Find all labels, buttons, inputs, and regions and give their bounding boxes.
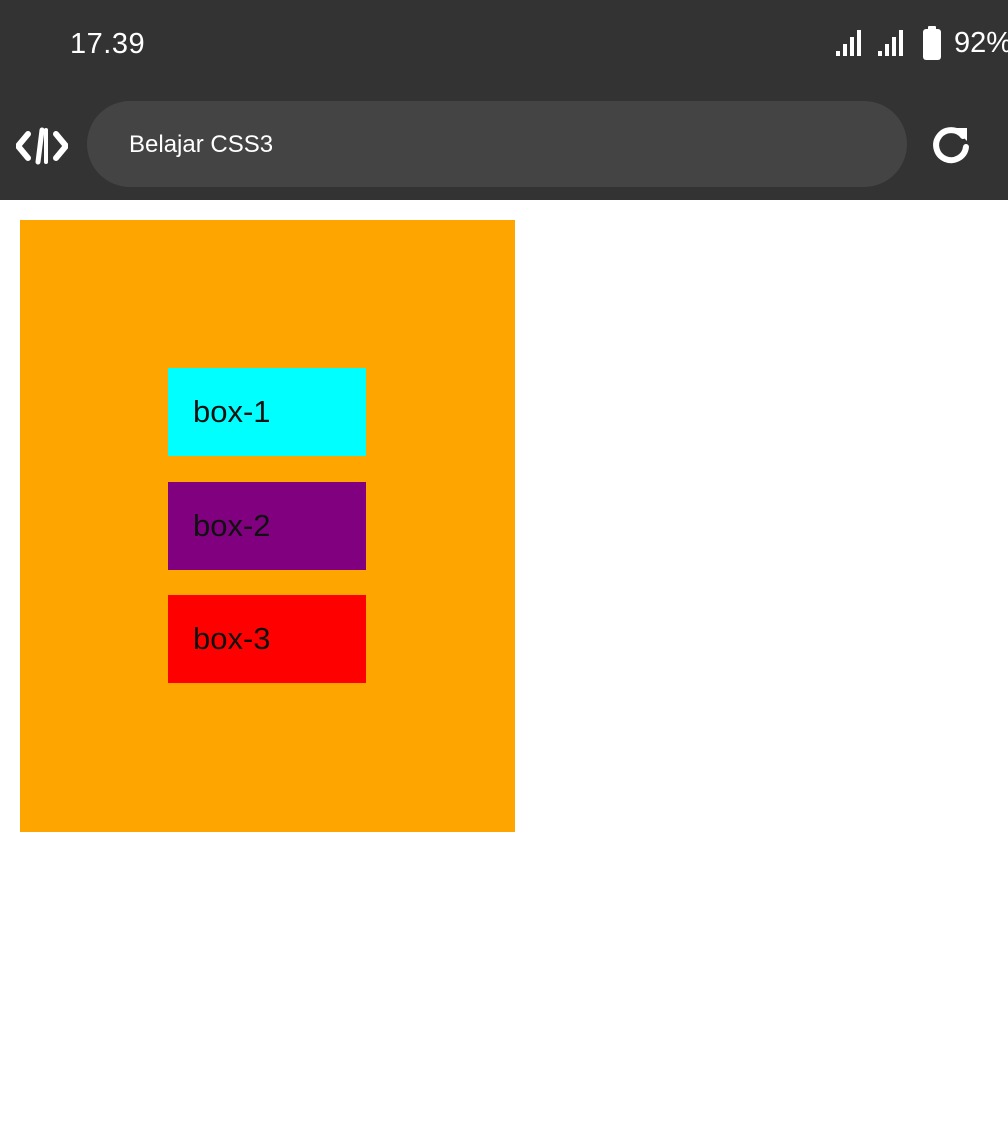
- status-icons: 92%: [836, 26, 1008, 60]
- box-2: box-2: [168, 482, 366, 570]
- browser-toolbar: Belajar CSS3: [0, 92, 1008, 200]
- status-bar: 17.39 92%: [0, 0, 1008, 92]
- signal-icon: [878, 30, 903, 56]
- url-text: Belajar CSS3: [129, 131, 274, 158]
- signal-icon: [836, 30, 861, 56]
- status-time: 17.39: [70, 28, 146, 60]
- page-content: box-1 box-2 box-3: [0, 200, 1008, 1136]
- battery-percent: 92%: [954, 26, 1008, 59]
- battery-icon: [923, 26, 941, 60]
- box-1: box-1: [168, 368, 366, 456]
- orange-container: box-1 box-2 box-3: [20, 220, 515, 832]
- url-bar[interactable]: Belajar CSS3: [87, 101, 907, 187]
- reload-icon[interactable]: [930, 125, 972, 167]
- code-icon[interactable]: [16, 126, 68, 166]
- box-3: box-3: [168, 595, 366, 683]
